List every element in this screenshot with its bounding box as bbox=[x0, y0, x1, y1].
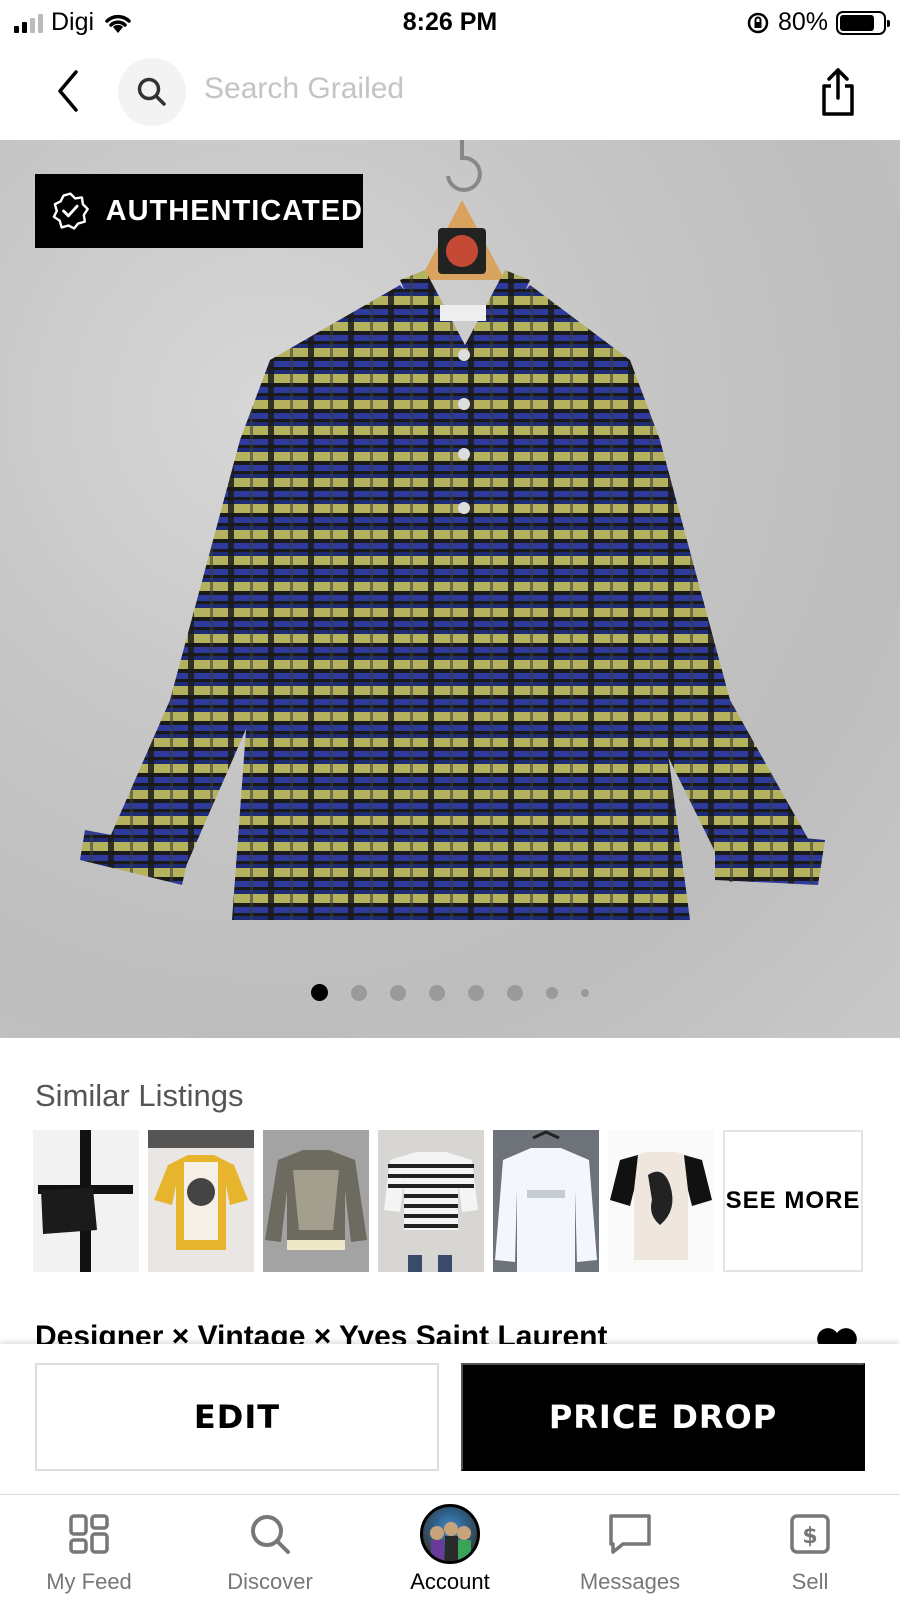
similar-listing-thumb[interactable] bbox=[148, 1130, 254, 1272]
page-dot[interactable] bbox=[546, 986, 558, 999]
feed-icon bbox=[69, 1514, 109, 1554]
tab-label: Account bbox=[410, 1569, 490, 1594]
see-more-button[interactable]: SEE MORE bbox=[723, 1130, 863, 1272]
tab-label: Discover bbox=[227, 1569, 313, 1594]
authenticated-label: AUTHENTICATED bbox=[105, 194, 363, 227]
search-header: Search Grailed bbox=[0, 50, 900, 138]
page-dot[interactable] bbox=[429, 984, 445, 1001]
tab-label: My Feed bbox=[46, 1569, 132, 1594]
similar-listings-row: SEE MORE bbox=[33, 1130, 863, 1272]
search-input[interactable]: Search Grailed bbox=[204, 72, 404, 106]
similar-listing-thumb[interactable] bbox=[493, 1130, 599, 1272]
authenticated-badge: AUTHENTICATED bbox=[35, 174, 363, 248]
similar-listing-thumb[interactable] bbox=[263, 1130, 369, 1272]
page-dot[interactable] bbox=[390, 984, 406, 1001]
verified-check-icon bbox=[52, 192, 89, 230]
carousel-pagination[interactable] bbox=[0, 984, 900, 1001]
edit-button[interactable]: EDIT bbox=[35, 1363, 439, 1471]
search-icon bbox=[137, 77, 166, 106]
battery-icon bbox=[836, 10, 890, 35]
svg-text:$: $ bbox=[802, 1524, 817, 1549]
shirt-photo bbox=[80, 140, 825, 920]
rotation-lock-icon bbox=[747, 12, 769, 33]
share-button[interactable] bbox=[816, 66, 860, 118]
share-icon bbox=[822, 68, 854, 116]
action-bar: EDIT PRICE DROP bbox=[0, 1344, 900, 1494]
similar-listing-thumb[interactable] bbox=[378, 1130, 484, 1272]
page-dot[interactable] bbox=[581, 988, 589, 997]
price-drop-button[interactable]: PRICE DROP bbox=[461, 1363, 865, 1471]
search-button[interactable] bbox=[118, 58, 186, 126]
page-dot[interactable] bbox=[351, 984, 367, 1001]
avatar bbox=[420, 1504, 480, 1564]
tab-sell[interactable]: $ Sell bbox=[725, 1509, 895, 1595]
tab-account[interactable]: Account bbox=[365, 1504, 535, 1595]
similar-listing-thumb[interactable] bbox=[33, 1130, 139, 1272]
status-bar: Digi 8:26 PM 80% bbox=[0, 0, 900, 46]
back-button[interactable] bbox=[48, 66, 88, 116]
page-dot[interactable] bbox=[507, 984, 523, 1001]
product-image-carousel[interactable]: AUTHENTICATED bbox=[0, 140, 900, 1038]
similar-listings-heading: Similar Listings bbox=[35, 1078, 244, 1113]
chat-icon bbox=[609, 1514, 651, 1554]
search-icon bbox=[251, 1515, 290, 1554]
page-dot-active[interactable] bbox=[311, 984, 328, 1001]
tab-my-feed[interactable]: My Feed bbox=[4, 1509, 174, 1595]
chevron-left-icon bbox=[58, 70, 78, 112]
tab-bar: My Feed Discover Account Messages $ Sell bbox=[0, 1494, 900, 1600]
tab-label: Messages bbox=[579, 1569, 681, 1594]
tab-label: Sell bbox=[791, 1569, 829, 1594]
tab-messages[interactable]: Messages bbox=[545, 1509, 715, 1595]
similar-listing-thumb[interactable] bbox=[608, 1130, 714, 1272]
battery-percent: 80% bbox=[777, 8, 828, 36]
page-dot[interactable] bbox=[468, 984, 484, 1001]
tab-discover[interactable]: Discover bbox=[185, 1509, 355, 1595]
sell-icon: $ bbox=[790, 1514, 830, 1554]
